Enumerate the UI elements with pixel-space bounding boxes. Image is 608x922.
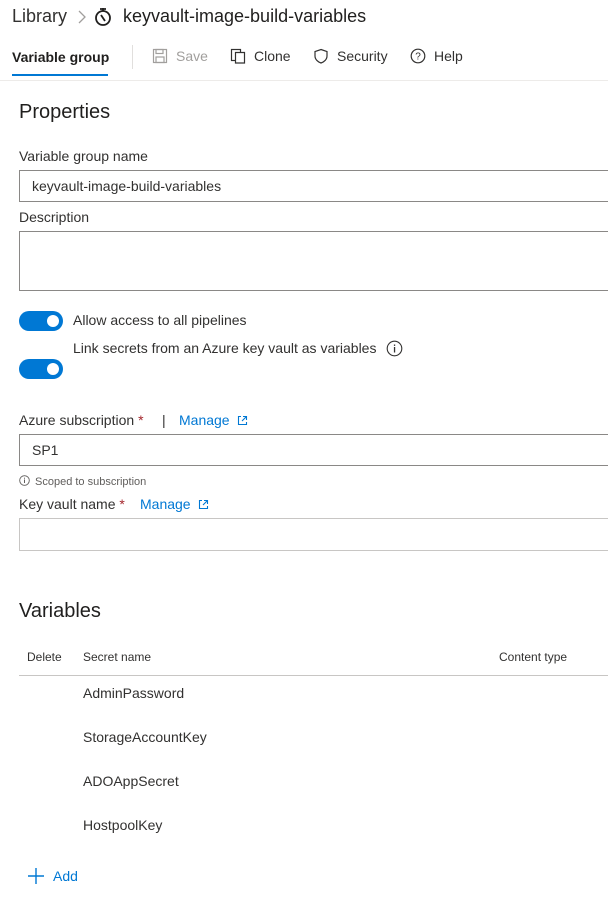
save-label: Save bbox=[176, 48, 208, 64]
toggle-knob bbox=[47, 315, 59, 327]
breadcrumb-library[interactable]: Library bbox=[12, 6, 67, 27]
tab-variable-group[interactable]: Variable group bbox=[12, 49, 109, 65]
tab-active-indicator bbox=[12, 74, 108, 76]
description-label: Description bbox=[19, 209, 90, 225]
add-variable-button[interactable]: Add bbox=[27, 867, 78, 885]
plus-icon bbox=[28, 868, 44, 884]
toolbar-separator bbox=[132, 45, 133, 69]
help-icon: ? bbox=[410, 48, 426, 64]
keyvault-label-text: Key vault name bbox=[19, 496, 116, 512]
clone-label: Clone bbox=[254, 48, 291, 64]
table-row: ADOAppSecret bbox=[83, 773, 179, 789]
security-button[interactable]: Security bbox=[313, 48, 388, 64]
info-icon[interactable] bbox=[386, 340, 403, 357]
group-name-label: Variable group name bbox=[19, 148, 148, 164]
breadcrumb-title: keyvault-image-build-variables bbox=[123, 6, 367, 26]
required-mark: * bbox=[138, 412, 144, 428]
link-secrets-label: Link secrets from an Azure key vault as … bbox=[73, 340, 377, 356]
link-secrets-toggle[interactable] bbox=[19, 359, 63, 379]
column-header-delete: Delete bbox=[27, 650, 62, 664]
manage-divider: | bbox=[162, 412, 166, 428]
subscription-dropdown[interactable]: SP1 bbox=[19, 434, 608, 466]
header-divider bbox=[0, 80, 608, 81]
chevron-right-icon bbox=[78, 10, 86, 24]
group-name-value: keyvault-image-build-variables bbox=[32, 178, 222, 194]
scope-note: Scoped to subscription bbox=[35, 476, 147, 488]
help-label: Help bbox=[434, 48, 463, 64]
keyvault-label: Key vault name * bbox=[19, 496, 125, 512]
manage-label: Manage bbox=[140, 496, 191, 512]
table-row: HostpoolKey bbox=[83, 817, 163, 833]
required-mark: * bbox=[119, 496, 125, 512]
help-button[interactable]: ? Help bbox=[410, 48, 463, 64]
manage-label: Manage bbox=[179, 412, 230, 428]
table-row: StorageAccountKey bbox=[83, 729, 207, 745]
clone-icon bbox=[230, 48, 246, 64]
subscription-label: Azure subscription * bbox=[19, 412, 144, 428]
column-header-secret-name: Secret name bbox=[83, 650, 152, 664]
clone-button[interactable]: Clone bbox=[230, 48, 291, 64]
variables-heading: Variables bbox=[19, 600, 101, 622]
subscription-label-text: Azure subscription bbox=[19, 412, 135, 428]
info-icon bbox=[19, 475, 30, 486]
keyvault-manage-link[interactable]: Manage bbox=[140, 496, 209, 512]
subscription-manage-link[interactable]: Manage bbox=[179, 412, 248, 428]
external-link-icon bbox=[237, 415, 247, 425]
save-button[interactable]: Save bbox=[152, 48, 208, 64]
description-field[interactable] bbox=[19, 231, 608, 291]
variable-group-icon bbox=[95, 8, 111, 26]
save-icon bbox=[152, 48, 168, 64]
shield-icon bbox=[314, 48, 328, 64]
table-header-divider bbox=[19, 675, 608, 676]
external-link-icon bbox=[198, 499, 208, 509]
group-name-field[interactable]: keyvault-image-build-variables bbox=[19, 170, 608, 202]
allow-access-label: Allow access to all pipelines bbox=[73, 312, 247, 328]
subscription-value: SP1 bbox=[32, 442, 59, 458]
add-label: Add bbox=[53, 868, 78, 884]
svg-text:?: ? bbox=[415, 52, 421, 63]
properties-heading: Properties bbox=[19, 101, 111, 123]
column-header-content-type: Content type bbox=[499, 650, 568, 664]
security-label: Security bbox=[337, 48, 388, 64]
toggle-knob bbox=[47, 363, 59, 375]
allow-access-toggle[interactable] bbox=[19, 311, 63, 331]
table-row: AdminPassword bbox=[83, 685, 185, 701]
keyvault-dropdown[interactable] bbox=[19, 518, 608, 551]
